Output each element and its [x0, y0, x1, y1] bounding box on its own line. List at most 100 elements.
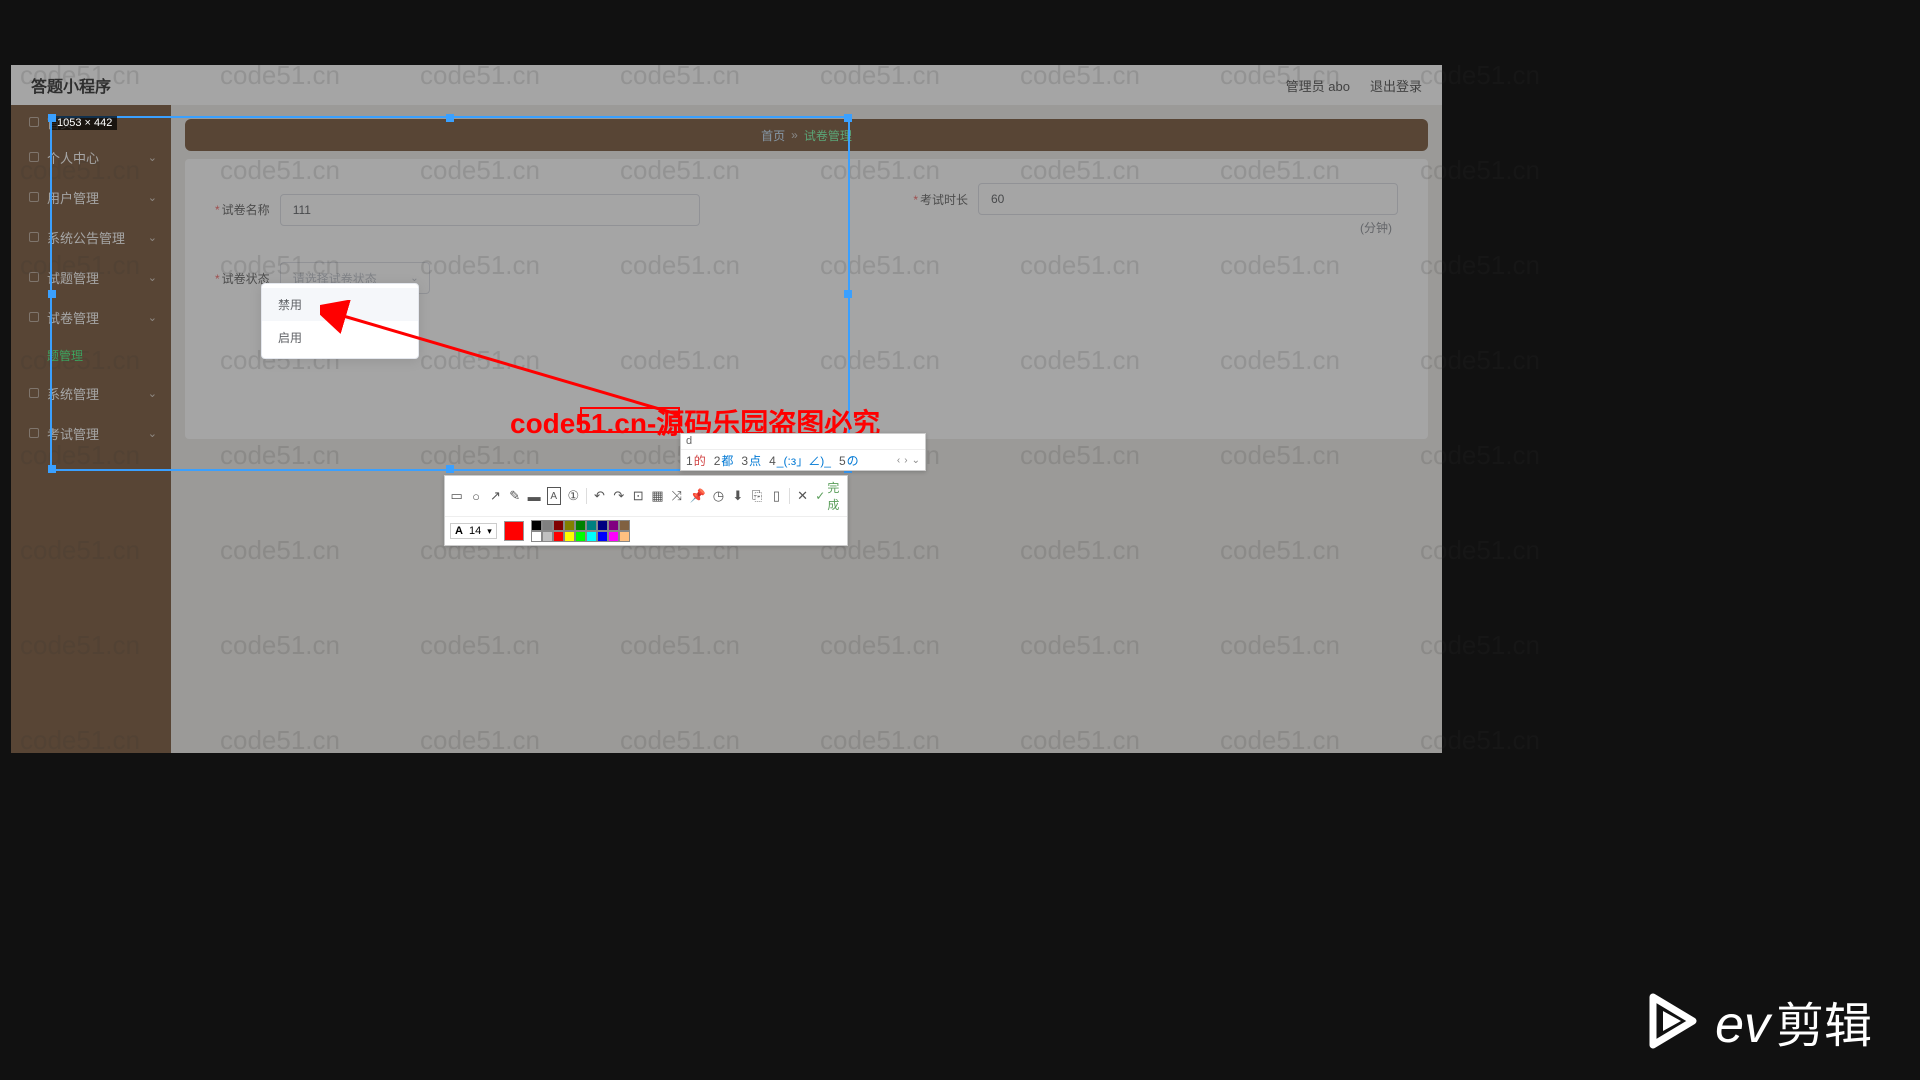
chevron-down-icon: ⌄	[148, 271, 157, 284]
color-swatch[interactable]	[553, 531, 564, 542]
header-right: 管理员 abo 退出登录	[1286, 76, 1422, 95]
admin-label[interactable]: 管理员 abo	[1286, 76, 1350, 95]
input-duration[interactable]	[978, 183, 1398, 215]
ime-candidate-2[interactable]: 2都	[714, 452, 734, 469]
ime-candidate-4[interactable]: 4_(:з」∠)_	[769, 452, 831, 469]
sidebar-item-announcement[interactable]: 系统公告管理 ⌄	[11, 217, 171, 257]
tool-redo-icon[interactable]: ↷	[612, 487, 625, 505]
breadcrumb-current: 试卷管理	[804, 127, 852, 144]
tool-crop-icon[interactable]: ⊡	[631, 487, 644, 505]
color-swatch[interactable]	[597, 520, 608, 531]
sidebar-item-users[interactable]: 用户管理 ⌄	[11, 177, 171, 217]
color-swatch[interactable]	[531, 520, 542, 531]
tool-pen-icon[interactable]: ✎	[508, 487, 521, 505]
current-color-swatch	[504, 521, 524, 541]
tool-shuffle-icon[interactable]: ⤨	[670, 487, 683, 505]
chevron-down-icon: ⌄	[148, 231, 157, 244]
color-swatch[interactable]	[608, 531, 619, 542]
ev-logo: ev 剪辑	[1645, 986, 1872, 1056]
color-swatch[interactable]	[564, 531, 575, 542]
ime-nav[interactable]: ‹›⌄	[897, 455, 920, 466]
color-swatch[interactable]	[619, 520, 630, 531]
tool-pin-icon[interactable]: 📌	[690, 487, 706, 505]
chevron-down-icon: ▾	[487, 526, 492, 537]
color-swatch[interactable]	[575, 520, 586, 531]
color-swatch[interactable]	[575, 531, 586, 542]
tool-download-icon[interactable]: ⬇	[731, 487, 744, 505]
ime-candidate-5[interactable]: 5の	[839, 452, 859, 469]
ime-expand-icon: ⌄	[912, 455, 920, 466]
tool-marker-icon[interactable]: ▬	[527, 487, 540, 505]
tool-undo-icon[interactable]: ↶	[593, 487, 606, 505]
ime-candidate-1[interactable]: 1的	[686, 452, 706, 469]
sidebar-item-system[interactable]: 系统管理 ⌄	[11, 373, 171, 413]
color-swatch[interactable]	[586, 520, 597, 531]
sidebar-item-home[interactable]: 首页	[11, 107, 171, 137]
menu-icon	[29, 428, 39, 438]
font-size-selector[interactable]: A 14 ▾	[450, 523, 497, 539]
sidebar-item-label: 系统公告管理	[47, 228, 148, 247]
breadcrumb-sep: »	[791, 128, 798, 142]
menu-icon	[29, 117, 39, 127]
body-area: 首页 个人中心 ⌄ 用户管理 ⌄ 系统公告管理 ⌄ 试题管理 ⌄	[11, 105, 1442, 753]
sidebar-item-papers[interactable]: 试卷管理 ⌄	[11, 297, 171, 337]
color-swatch[interactable]	[564, 520, 575, 531]
duration-unit: (分钟)	[913, 219, 1392, 236]
ime-candidate-bar: d 1的 2都 3点 4_(:з」∠)_ 5の ‹›⌄	[680, 433, 926, 471]
field-duration: *考试时长	[913, 183, 1398, 215]
tool-text-icon[interactable]: A	[547, 487, 561, 505]
chevron-down-icon: ⌄	[148, 387, 157, 400]
input-paper-name[interactable]	[280, 194, 700, 226]
sidebar: 首页 个人中心 ⌄ 用户管理 ⌄ 系统公告管理 ⌄ 试题管理 ⌄	[11, 105, 171, 753]
breadcrumb: 首页 » 试卷管理	[185, 119, 1428, 151]
tool-number-icon[interactable]: ①	[567, 487, 580, 505]
color-swatch[interactable]	[542, 531, 553, 542]
tool-save-icon[interactable]: ▯	[770, 487, 783, 505]
ime-candidate-3[interactable]: 3点	[741, 452, 761, 469]
content-area: 首页 » 试卷管理 *试卷名称 *考试时长	[171, 105, 1442, 753]
label-paper-name: *试卷名称	[215, 201, 270, 218]
tool-circle-icon[interactable]: ○	[469, 487, 482, 505]
chevron-down-icon: ⌄	[148, 311, 157, 324]
breadcrumb-home[interactable]: 首页	[761, 127, 785, 144]
dropdown-option-enable[interactable]: 启用	[262, 321, 418, 354]
color-swatch[interactable]	[586, 531, 597, 542]
toolbar-row-style: A 14 ▾	[445, 517, 847, 545]
font-size-value: 14	[469, 525, 481, 537]
sidebar-item-exam[interactable]: 考试管理 ⌄	[11, 413, 171, 453]
color-swatch[interactable]	[553, 520, 564, 531]
ime-prev-icon: ‹	[897, 455, 900, 466]
color-swatch[interactable]	[608, 520, 619, 531]
font-label: A	[455, 525, 463, 537]
chevron-down-icon: ⌄	[410, 273, 418, 284]
ev-brand-text: ev 剪辑	[1715, 986, 1872, 1056]
sidebar-item-label: 用户管理	[47, 188, 148, 207]
tool-clock-icon[interactable]: ◷	[712, 487, 725, 505]
sidebar-item-profile[interactable]: 个人中心 ⌄	[11, 137, 171, 177]
tool-rect-icon[interactable]: ▭	[450, 487, 463, 505]
color-swatch[interactable]	[619, 531, 630, 542]
menu-icon	[29, 272, 39, 282]
logout-link[interactable]: 退出登录	[1370, 76, 1422, 95]
color-swatch[interactable]	[531, 531, 542, 542]
tool-copy-icon[interactable]: ⎘	[750, 487, 763, 505]
dropdown-option-disable[interactable]: 禁用	[262, 288, 418, 321]
sidebar-sub-active[interactable]: 题管理	[11, 337, 171, 373]
play-icon	[1645, 993, 1701, 1049]
sidebar-item-label: 试卷管理	[47, 308, 148, 327]
chevron-down-icon: ⌄	[148, 191, 157, 204]
sidebar-item-questions[interactable]: 试题管理 ⌄	[11, 257, 171, 297]
color-swatch[interactable]	[597, 531, 608, 542]
tool-arrow-icon[interactable]: ↗	[489, 487, 502, 505]
color-swatch[interactable]	[542, 520, 553, 531]
separator	[586, 488, 587, 504]
tool-cancel-icon[interactable]: ✕	[796, 487, 809, 505]
app-title: 答题小程序	[31, 73, 111, 97]
menu-icon	[29, 388, 39, 398]
color-palette	[531, 520, 630, 542]
ime-input: d	[681, 434, 925, 450]
field-paper-name: *试卷名称	[215, 183, 700, 236]
tool-done-button[interactable]: ✓完成	[815, 479, 842, 513]
annotation-toolbar: ▭ ○ ↗ ✎ ▬ A ① ↶ ↷ ⊡ ▦ ⤨ 📌 ◷ ⬇ ⎘ ▯ ✕ ✓完成 …	[444, 475, 848, 546]
tool-mosaic-icon[interactable]: ▦	[651, 487, 664, 505]
